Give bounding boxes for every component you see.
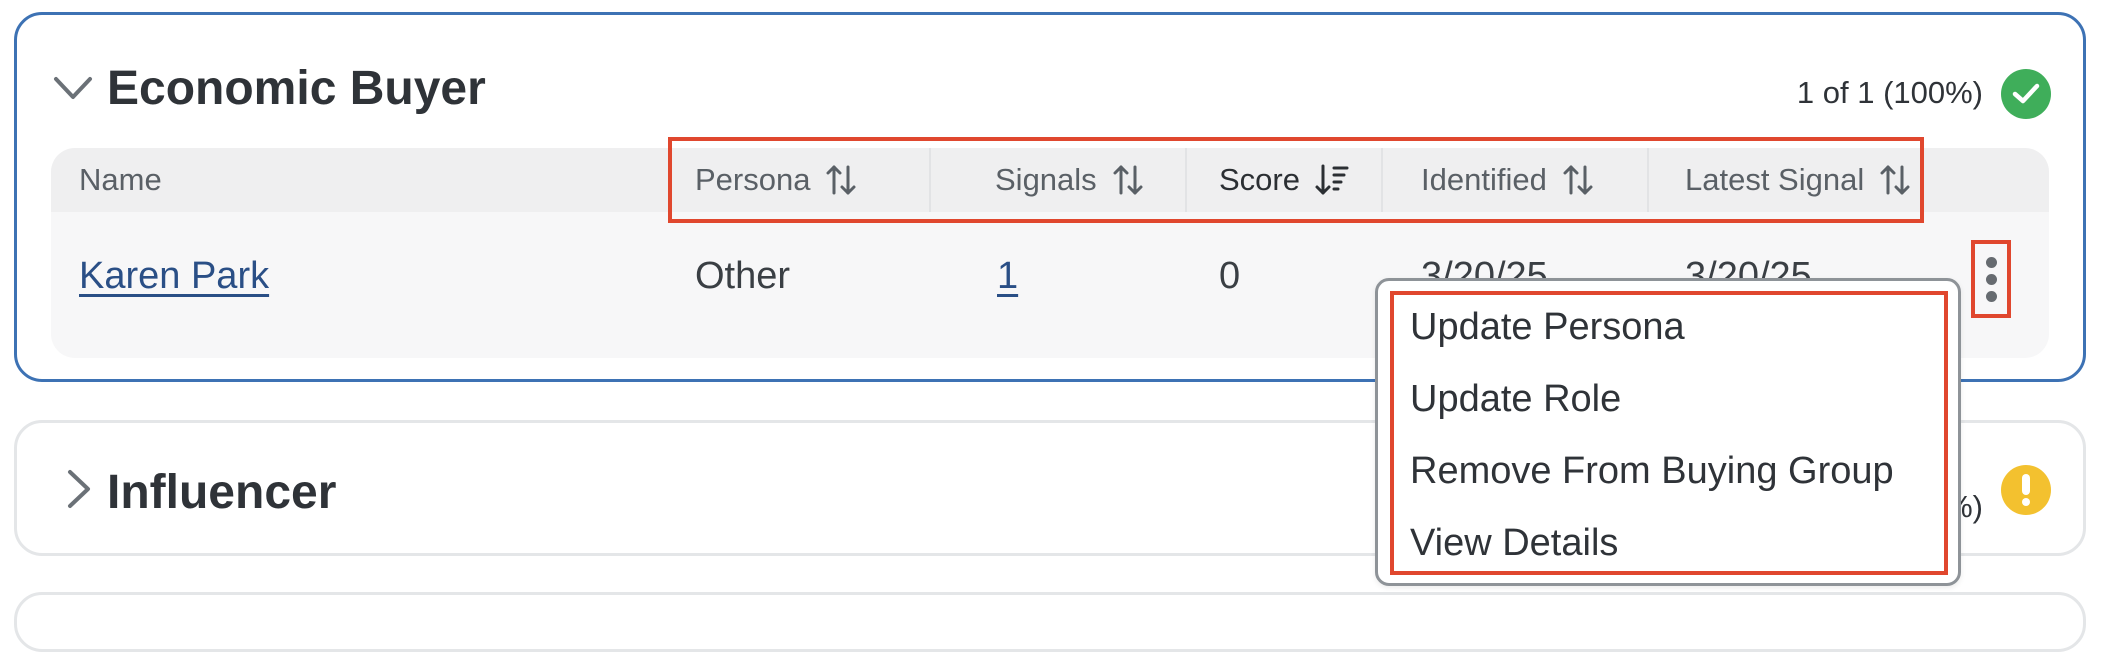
column-header-latest-signal[interactable]: Latest Signal xyxy=(1685,148,1912,212)
section-title: Influencer xyxy=(107,466,337,519)
column-header-identified[interactable]: Identified xyxy=(1421,148,1595,212)
menu-item-view-details[interactable]: View Details xyxy=(1410,513,1618,573)
column-header-persona[interactable]: Persona xyxy=(695,148,858,212)
next-section xyxy=(14,592,2086,652)
signals-link[interactable]: 1 xyxy=(997,212,1018,340)
section-title: Economic Buyer xyxy=(107,62,486,115)
kebab-dot xyxy=(1985,290,1997,302)
more-actions-button[interactable] xyxy=(1971,240,2011,318)
sort-descending-icon[interactable] xyxy=(1314,163,1350,197)
table-header: Name Persona Signals Score Identified La… xyxy=(51,148,2049,212)
column-divider xyxy=(929,148,931,212)
warning-icon xyxy=(2001,465,2051,515)
sort-icon[interactable] xyxy=(1878,163,1912,197)
coverage-count: 1 of 1 (100%) xyxy=(1796,75,1983,110)
column-divider xyxy=(1647,148,1649,212)
column-divider xyxy=(1185,148,1187,212)
sort-icon[interactable] xyxy=(1111,163,1145,197)
column-header-score[interactable]: Score xyxy=(1219,148,1350,212)
column-divider xyxy=(1381,148,1383,212)
menu-item-update-role[interactable]: Update Role xyxy=(1410,369,1621,429)
contact-name-link[interactable]: Karen Park xyxy=(79,212,269,340)
sort-icon[interactable] xyxy=(824,163,858,197)
column-header-name: Name xyxy=(79,162,162,197)
column-header-signals[interactable]: Signals xyxy=(995,148,1145,212)
kebab-dot xyxy=(1985,273,1997,285)
actions-context-menu: Update Persona Update Role Remove From B… xyxy=(1375,278,1961,586)
check-circle-icon xyxy=(2001,69,2051,119)
persona-cell: Other xyxy=(695,254,791,297)
chevron-right-icon[interactable] xyxy=(57,467,101,511)
kebab-dot xyxy=(1985,256,1997,268)
chevron-down-icon[interactable] xyxy=(51,67,95,111)
menu-item-update-persona[interactable]: Update Persona xyxy=(1410,297,1685,357)
sort-icon[interactable] xyxy=(1561,163,1595,197)
menu-item-remove-from-buying-group[interactable]: Remove From Buying Group xyxy=(1410,441,1894,501)
score-cell: 0 xyxy=(1219,254,1241,297)
